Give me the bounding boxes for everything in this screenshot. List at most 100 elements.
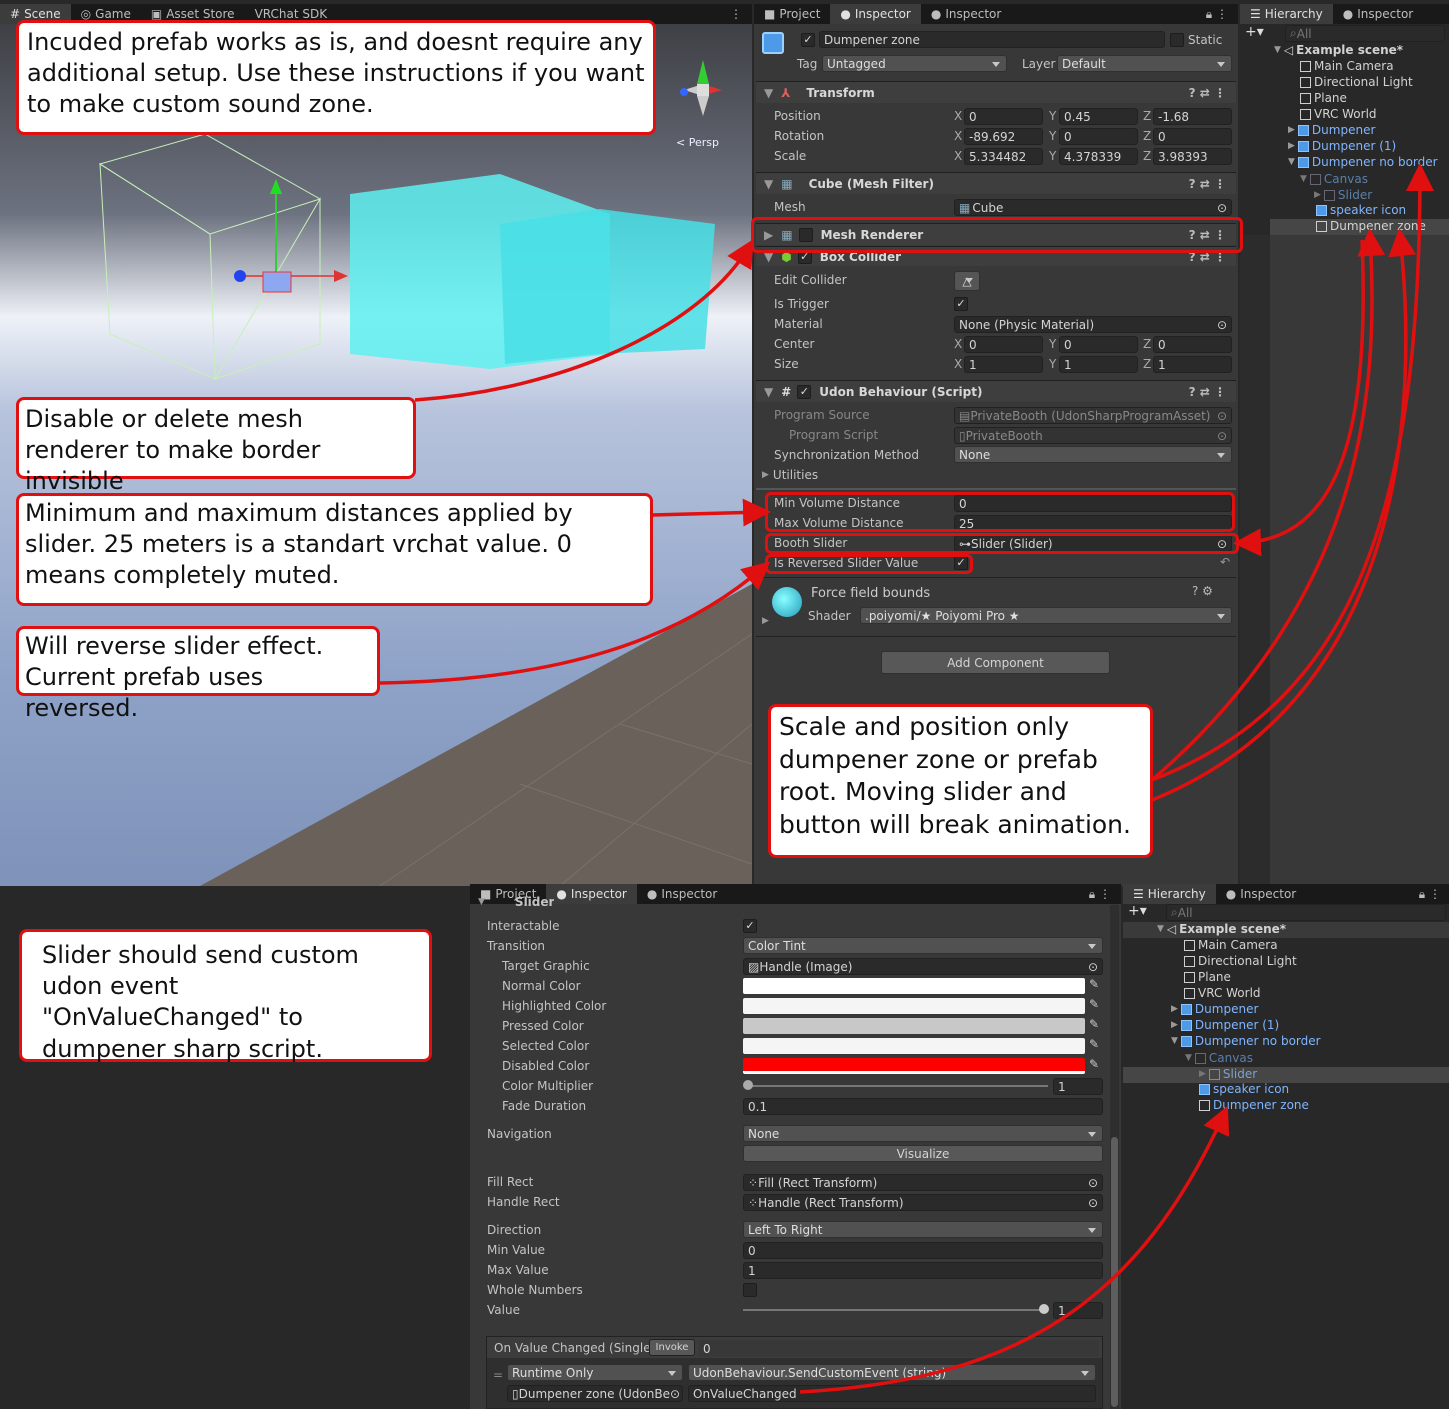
function-dropdown[interactable]: UdonBehaviour.SendCustomEvent (string) bbox=[688, 1364, 1096, 1381]
hierarchy-item-main-camera[interactable]: Main Camera bbox=[1184, 938, 1278, 952]
add-object-button[interactable]: +▾ bbox=[1245, 24, 1264, 40]
rotation-z[interactable]: 0 bbox=[1153, 128, 1232, 145]
size-z[interactable]: 1 bbox=[1153, 356, 1232, 373]
object-picker-icon[interactable]: ⊙ bbox=[1217, 201, 1227, 215]
hierarchy-item-main-camera[interactable]: Main Camera bbox=[1300, 59, 1394, 73]
revert-icon[interactable]: ↶ bbox=[1220, 555, 1230, 569]
handle-rect-field[interactable]: ⁘ Handle (Rect Transform) ⊙ bbox=[743, 1194, 1103, 1211]
tab-hierarchy[interactable]: ☰ Hierarchy bbox=[1240, 4, 1333, 24]
slider-component-header[interactable]: ▼ Slider bbox=[478, 896, 554, 908]
whole-numbers-checkbox[interactable] bbox=[743, 1283, 757, 1297]
hierarchy-item-directional-light[interactable]: Directional Light bbox=[1184, 954, 1297, 968]
disabled-color-swatch[interactable] bbox=[743, 1058, 1085, 1074]
hierarchy-item-dumpener-zone[interactable]: Dumpener zone bbox=[1316, 219, 1426, 233]
object-picker-icon[interactable]: ⊙ bbox=[1088, 1176, 1098, 1190]
lock-icon[interactable]: 🔒︎ ⋮ bbox=[1206, 7, 1238, 22]
eyedropper-icon[interactable]: ✎ bbox=[1089, 1037, 1099, 1051]
size-x[interactable]: 1 bbox=[964, 356, 1043, 373]
runtime-dropdown[interactable]: Runtime Only bbox=[507, 1364, 683, 1381]
object-name-field[interactable]: Dumpener zone bbox=[819, 31, 1165, 48]
object-picker-icon[interactable]: ⊙ bbox=[670, 1387, 680, 1401]
component-menu-icon[interactable]: ? ⇄ ⋮ bbox=[1189, 177, 1226, 191]
hierarchy-item-canvas[interactable]: ▼ Canvas bbox=[1185, 1051, 1253, 1065]
hierarchy-search[interactable]: ⌕ All bbox=[1166, 904, 1446, 921]
hierarchy-item-dumpener-1[interactable]: ▶ Dumpener (1) bbox=[1171, 1018, 1279, 1032]
is-trigger-checkbox[interactable]: ✓ bbox=[954, 297, 968, 311]
invoke-button[interactable]: Invoke bbox=[649, 1339, 695, 1356]
projection-label[interactable]: < Persp bbox=[676, 136, 719, 149]
hierarchy-item-dumpener-no-border[interactable]: ▼ Dumpener no border bbox=[1171, 1034, 1321, 1048]
hierarchy-item-directional-light[interactable]: Directional Light bbox=[1300, 75, 1413, 89]
scrollbar[interactable] bbox=[1110, 905, 1119, 1409]
size-y[interactable]: 1 bbox=[1059, 356, 1138, 373]
foldout-icon[interactable]: ▶ bbox=[762, 616, 769, 626]
position-x[interactable]: 0 bbox=[964, 108, 1043, 125]
scrollbar-thumb[interactable] bbox=[1111, 1137, 1118, 1407]
program-script-field[interactable]: ▯ PrivateBooth ⊙ bbox=[954, 427, 1232, 444]
color-multiplier-field[interactable]: 1 bbox=[1053, 1078, 1103, 1095]
interactable-checkbox[interactable]: ✓ bbox=[743, 919, 757, 933]
visualize-button[interactable]: Visualize bbox=[743, 1145, 1103, 1162]
tab-inspector[interactable]: ● Inspector bbox=[830, 4, 921, 24]
rotation-y[interactable]: 0 bbox=[1059, 128, 1138, 145]
utilities-foldout[interactable]: ▶ Utilities bbox=[762, 466, 818, 484]
pressed-color-swatch[interactable] bbox=[743, 1018, 1085, 1034]
material-menu-icon[interactable]: ? ⚙ bbox=[1192, 584, 1213, 598]
tab-inspector-2[interactable]: ● Inspector bbox=[921, 4, 1011, 24]
add-object-button[interactable]: +▾ bbox=[1128, 903, 1147, 919]
eyedropper-icon[interactable]: ✎ bbox=[1089, 1017, 1099, 1031]
hierarchy-item-slider[interactable]: ▶ Slider bbox=[1199, 1067, 1257, 1081]
hierarchy-item-vrc-world[interactable]: VRC World bbox=[1300, 107, 1377, 121]
static-checkbox[interactable] bbox=[1170, 33, 1184, 47]
scale-y[interactable]: 4.378339 bbox=[1059, 148, 1138, 165]
more-icon[interactable]: ⋮ bbox=[730, 7, 752, 21]
target-graphic-field[interactable]: ▨ Handle (Image) ⊙ bbox=[743, 958, 1103, 975]
transition-dropdown[interactable]: Color Tint bbox=[743, 937, 1103, 954]
event-argument-field[interactable]: OnValueChanged bbox=[688, 1385, 1096, 1402]
hierarchy-item-dumpener[interactable]: ▶ Dumpener bbox=[1171, 1002, 1258, 1016]
mesh-field[interactable]: ▦ Cube ⊙ bbox=[954, 199, 1232, 216]
tab-inspector[interactable]: ● Inspector bbox=[546, 884, 637, 904]
sync-method-dropdown[interactable]: None bbox=[954, 446, 1232, 463]
value-slider-handle[interactable] bbox=[1039, 1304, 1049, 1314]
object-picker-icon[interactable]: ⊙ bbox=[1088, 1196, 1098, 1210]
scene-root[interactable]: ▼ ◁ Example scene* bbox=[1157, 922, 1286, 936]
eyedropper-icon[interactable]: ✎ bbox=[1089, 1057, 1099, 1071]
event-target-field[interactable]: ▯ Dumpener zone (UdonBe ⊙ bbox=[507, 1385, 683, 1402]
component-menu-icon[interactable]: ? ⇄ ⋮ bbox=[1189, 86, 1226, 100]
add-component-button[interactable]: Add Component bbox=[881, 651, 1110, 674]
fill-rect-field[interactable]: ⁘ Fill (Rect Transform) ⊙ bbox=[743, 1174, 1103, 1191]
center-x[interactable]: 0 bbox=[964, 336, 1043, 353]
transform-header[interactable]: ▼ ⅄ Transform ? ⇄ ⋮ bbox=[756, 81, 1236, 103]
hierarchy-item-speaker-icon[interactable]: speaker icon bbox=[1316, 203, 1406, 217]
lock-icon[interactable]: 🔒︎ ⋮ bbox=[1089, 887, 1121, 902]
position-z[interactable]: -1.68 bbox=[1153, 108, 1232, 125]
object-picker-icon[interactable]: ⊙ bbox=[1217, 429, 1227, 443]
fade-duration-field[interactable]: 0.1 bbox=[743, 1098, 1103, 1115]
hierarchy-item-slider[interactable]: ▶ Slider bbox=[1314, 188, 1372, 202]
hierarchy-item-dumpener-1[interactable]: ▶ Dumpener (1) bbox=[1288, 139, 1396, 153]
tab-inspector-2[interactable]: ● Inspector bbox=[637, 884, 727, 904]
eyedropper-icon[interactable]: ✎ bbox=[1089, 997, 1099, 1011]
tab-inspector[interactable]: ● Inspector bbox=[1216, 884, 1306, 904]
value-slider-track[interactable] bbox=[743, 1309, 1043, 1311]
scene-gizmo[interactable]: < Persp bbox=[672, 52, 734, 149]
event-count-field[interactable]: 0 bbox=[699, 1340, 1099, 1357]
scene-root[interactable]: ▼ ◁ Example scene* bbox=[1274, 43, 1403, 57]
normal-color-swatch[interactable] bbox=[743, 978, 1085, 994]
active-checkbox[interactable]: ✓ bbox=[801, 33, 815, 47]
object-picker-icon[interactable]: ⊙ bbox=[1217, 409, 1227, 423]
hierarchy-item-dumpener-no-border[interactable]: ▼ Dumpener no border bbox=[1288, 155, 1438, 169]
layer-dropdown[interactable]: Default bbox=[1057, 55, 1232, 72]
tab-hierarchy[interactable]: ☰ Hierarchy bbox=[1123, 884, 1216, 904]
object-picker-icon[interactable]: ⊙ bbox=[1217, 318, 1227, 332]
eyedropper-icon[interactable]: ✎ bbox=[1089, 977, 1099, 991]
hierarchy-search[interactable]: ⌕ All bbox=[1285, 25, 1445, 42]
static-label[interactable]: Static bbox=[1188, 31, 1222, 49]
value-field[interactable]: 1 bbox=[1053, 1302, 1103, 1319]
tab-inspector[interactable]: ● Inspector bbox=[1333, 4, 1423, 24]
color-multiplier-handle[interactable] bbox=[743, 1080, 753, 1090]
shader-dropdown[interactable]: .poiyomi/★ Poiyomi Pro ★ bbox=[860, 607, 1232, 624]
rotation-x[interactable]: -89.692 bbox=[964, 128, 1043, 145]
min-value-field[interactable]: 0 bbox=[743, 1242, 1103, 1259]
